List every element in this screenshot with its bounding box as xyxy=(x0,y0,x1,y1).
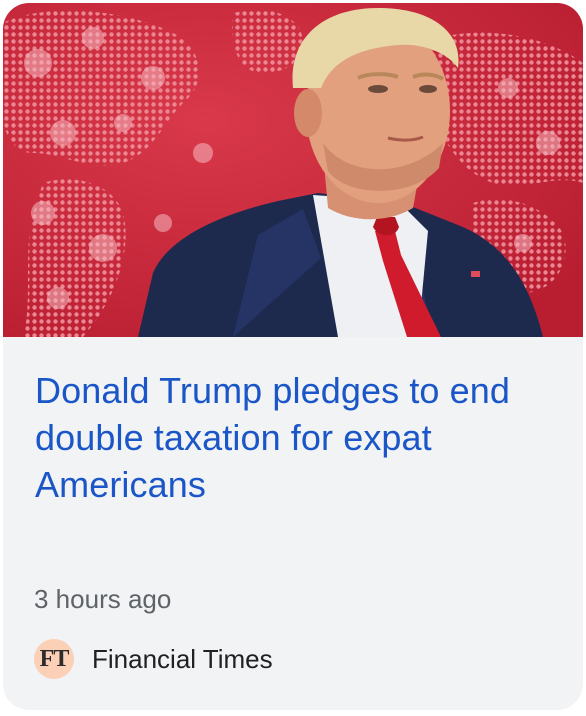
source-name[interactable]: Financial Times xyxy=(92,643,273,675)
article-headline[interactable]: Donald Trump pledges to end double taxat… xyxy=(35,367,555,508)
article-image[interactable] xyxy=(3,3,583,337)
source-logo-icon: FT xyxy=(34,639,74,679)
article-timestamp: 3 hours ago xyxy=(34,584,172,614)
news-card[interactable]: Donald Trump pledges to end double taxat… xyxy=(3,3,583,710)
article-source[interactable]: FT Financial Times xyxy=(34,639,273,679)
source-logo-text: FT xyxy=(39,646,70,672)
